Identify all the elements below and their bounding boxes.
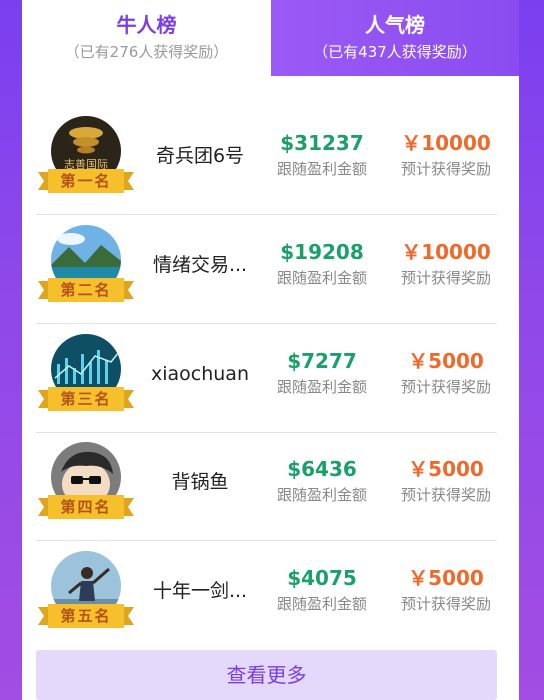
profit-column: $19208 跟随盈利金额 (268, 239, 376, 289)
rank-badge: 第三名 (38, 386, 134, 412)
reward-value: ￥5000 (408, 457, 484, 481)
rank-label: 第二名 (60, 281, 112, 299)
tab-expert-ranking[interactable]: 牛人榜 （已有276人获得奖励） (22, 0, 271, 76)
profit-value: $4075 (287, 566, 357, 590)
profit-caption: 跟随盈利金额 (276, 269, 367, 287)
profit-column: $7277 跟随盈利金额 (268, 348, 376, 398)
tab-subtitle: （已有437人获得奖励） (313, 43, 477, 61)
rank-label: 第五名 (60, 607, 112, 625)
tab-title: 人气榜 (365, 13, 425, 37)
profit-caption: 跟随盈利金额 (276, 160, 367, 178)
ranking-row[interactable]: 第四名 背锅鱼 $6436 跟随盈利金额 ￥5000 预计获得奖励 (36, 432, 497, 541)
avatar-group: 第四名 (36, 432, 146, 540)
rank-badge: 第一名 (38, 168, 134, 194)
ranking-row[interactable]: 第二名 情绪交易... $19208 跟随盈利金额 ￥10000 预计获得奖励 (36, 215, 497, 324)
ranking-row[interactable]: 第五名 十年一剑... $4075 跟随盈利金额 ￥5000 预计获得奖励 (36, 541, 497, 649)
reward-value: ￥10000 (401, 240, 491, 264)
rank-label: 第三名 (60, 390, 112, 408)
trader-name: 背锅鱼 (171, 471, 229, 493)
reward-value: ￥5000 (408, 349, 484, 373)
profit-caption: 跟随盈利金额 (276, 486, 367, 504)
avatar-group: 志善国际 第一名 (36, 106, 146, 214)
tab-subtitle: （已有276人获得奖励） (64, 43, 229, 61)
profit-column: $4075 跟随盈利金额 (268, 565, 376, 615)
profit-value: $6436 (287, 457, 357, 481)
avatar-group: 第五名 (36, 541, 146, 649)
reward-column: ￥10000 预计获得奖励 (392, 130, 500, 180)
ranking-row[interactable]: 志善国际 第一名 奇兵团6号 $31237 跟随盈利金额 ￥10000 预计获得… (36, 106, 497, 215)
tab-popularity-ranking[interactable]: 人气榜 （已有437人获得奖励） (271, 0, 519, 76)
reward-value: ￥5000 (408, 566, 484, 590)
tab-title: 牛人榜 (116, 13, 177, 37)
reward-caption: 预计获得奖励 (400, 595, 491, 613)
reward-caption: 预计获得奖励 (400, 378, 491, 396)
profit-column: $6436 跟随盈利金额 (268, 456, 376, 506)
reward-caption: 预计获得奖励 (400, 269, 491, 287)
trader-name: 奇兵团6号 (155, 145, 245, 167)
rank-badge: 第二名 (38, 277, 134, 303)
profit-value: $7277 (287, 349, 357, 373)
reward-column: ￥5000 预计获得奖励 (392, 456, 500, 506)
avatar-group: 第二名 (36, 215, 146, 323)
rank-badge: 第四名 (38, 494, 134, 520)
profit-value: $31237 (280, 131, 364, 155)
rank-label: 第一名 (60, 172, 112, 190)
profit-column: $31237 跟随盈利金额 (268, 130, 376, 180)
reward-column: ￥5000 预计获得奖励 (392, 565, 500, 615)
reward-value: ￥10000 (401, 131, 491, 155)
profit-value: $19208 (280, 240, 364, 264)
trader-name: 情绪交易... (152, 254, 248, 276)
reward-caption: 预计获得奖励 (400, 160, 491, 178)
rank-badge: 第五名 (38, 603, 134, 629)
rank-label: 第四名 (60, 498, 112, 516)
profit-caption: 跟随盈利金额 (276, 595, 367, 613)
ranking-row[interactable]: 第三名 xiaochuan $7277 跟随盈利金额 ￥5000 预计获得奖励 (36, 324, 497, 433)
view-more-button[interactable]: 查看更多 (36, 650, 497, 700)
profit-caption: 跟随盈利金额 (276, 378, 367, 396)
reward-column: ￥10000 预计获得奖励 (392, 239, 500, 289)
avatar-group: 第三名 (36, 324, 146, 432)
trader-name: 十年一剑... (152, 580, 248, 602)
leaderboard-panel: 牛人榜 （已有276人获得奖励） 人气榜 （已有437人获得奖励） 志善国际 第… (22, 0, 519, 700)
reward-caption: 预计获得奖励 (400, 486, 491, 504)
trader-name: xiaochuan (150, 363, 249, 385)
leaderboard-tabs: 牛人榜 （已有276人获得奖励） 人气榜 （已有437人获得奖励） (22, 0, 519, 76)
reward-column: ￥5000 预计获得奖励 (392, 348, 500, 398)
